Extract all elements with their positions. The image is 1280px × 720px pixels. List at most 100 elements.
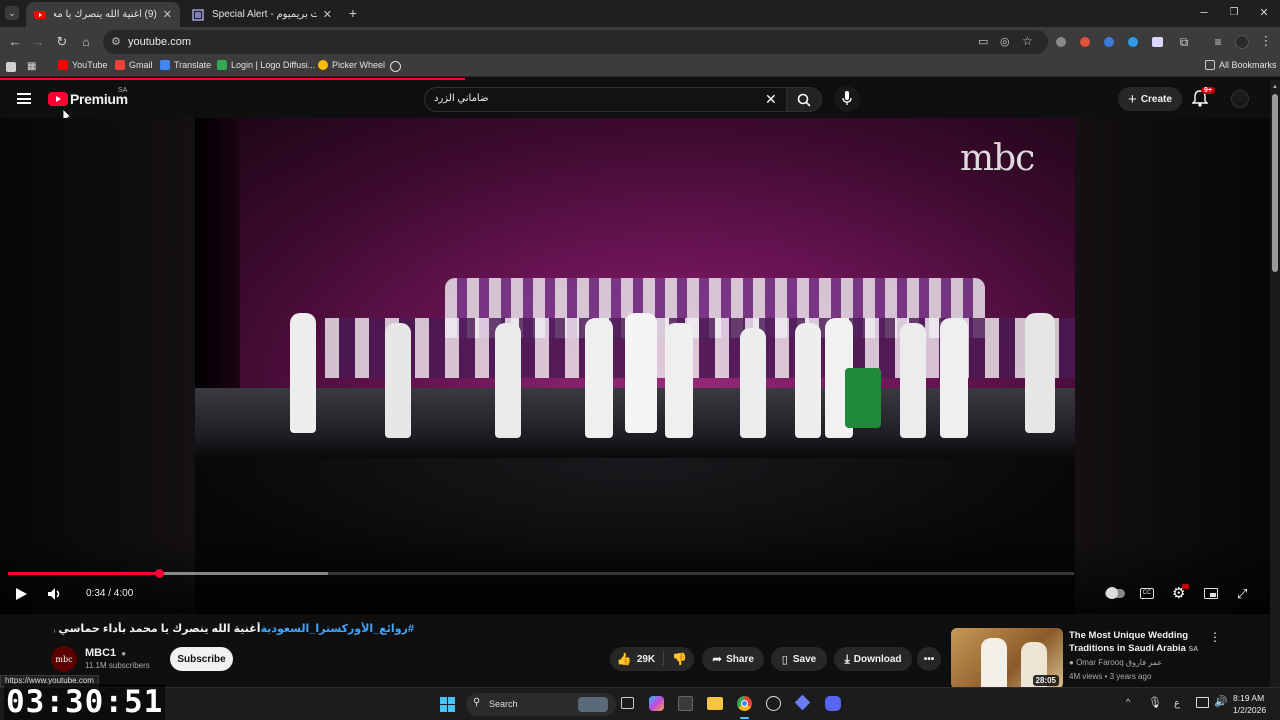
browser-tab-strip: ⌄ (9) أغنية الله ينصرك يا محمد بأداء... … [0, 0, 1280, 27]
bookmark-youtube[interactable]: YouTube [58, 60, 107, 70]
close-window-icon[interactable]: ✕ [1256, 6, 1272, 20]
tab-active[interactable]: (9) أغنية الله ينصرك يا محمد بأداء... ✕ [26, 2, 180, 27]
extension-icon[interactable] [1080, 37, 1090, 47]
search-button[interactable] [786, 87, 822, 112]
extension-icon[interactable] [1104, 37, 1114, 47]
bookmark-apps-icon[interactable] [6, 62, 16, 72]
minimize-icon[interactable]: – [1196, 5, 1212, 19]
more-actions-button[interactable]: ••• [917, 647, 941, 671]
miniplayer-icon[interactable] [1204, 588, 1218, 599]
account-avatar[interactable] [1231, 90, 1249, 108]
dislike-button[interactable]: 👎 [664, 652, 687, 666]
bookmark-picker-wheel[interactable]: Picker Wheel [318, 60, 385, 70]
extension-icon[interactable] [1056, 37, 1066, 47]
network-icon[interactable] [1196, 697, 1209, 708]
extension-icon[interactable] [1152, 37, 1163, 47]
recommendation-thumbnail[interactable]: 28:05 [951, 628, 1063, 689]
channel-name[interactable]: MBC1 ● [85, 647, 126, 659]
restore-icon[interactable]: ❐ [1226, 6, 1242, 20]
eye-off-icon[interactable]: ◎ [1000, 35, 1010, 48]
task-view-icon[interactable] [621, 697, 634, 709]
home-icon[interactable]: ⌂ [78, 35, 94, 49]
title-text: أغنية الله ينصرك يا محمد بأداء حماسي وطر… [54, 623, 261, 635]
share-button[interactable]: ➦ Share [702, 647, 764, 671]
recommendation-channel[interactable]: ● Omar Farooq عمر فاروق [1069, 658, 1162, 667]
tray-mic-icon[interactable]: 🎙 [1148, 696, 1162, 709]
video-frame[interactable]: mbc [195, 118, 1075, 578]
voice-search-button[interactable] [834, 86, 860, 112]
title-hashtags[interactable]: #روائع_الأوركسترا_السعودية [261, 623, 414, 635]
extensions-puzzle-icon[interactable]: ⧉ [1176, 35, 1192, 49]
search-input[interactable]: ضاماني الزرد ✕ [424, 87, 788, 112]
reading-list-icon[interactable]: ≡ [1210, 35, 1226, 49]
reload-icon[interactable]: ↻ [54, 35, 70, 49]
dancer-figure [665, 323, 693, 438]
address-bar[interactable]: ⚙ youtube.com ▭ ◎ ☆ [103, 30, 1048, 54]
back-icon[interactable]: ← [7, 35, 23, 49]
scrollbar-thumb[interactable] [1272, 94, 1278, 272]
clear-search-icon[interactable]: ✕ [765, 91, 777, 108]
fullscreen-icon[interactable]: ⤢ [1237, 586, 1247, 602]
new-tab-icon[interactable]: + [345, 6, 361, 20]
channel-avatar[interactable]: mbc [51, 646, 77, 672]
bookmark-gmail[interactable]: Gmail [115, 60, 153, 70]
notifications-button[interactable]: 9+ [1191, 87, 1215, 110]
tab-close-icon[interactable]: ✕ [323, 8, 332, 21]
save-button[interactable]: ▯ Save [771, 647, 827, 671]
green-drum [845, 368, 881, 428]
tray-overflow-icon[interactable]: ^ [1126, 697, 1130, 707]
gmail-icon [115, 60, 125, 70]
dancer-figure [740, 328, 766, 438]
extension-icon[interactable] [1128, 37, 1138, 47]
forward-icon[interactable]: → [30, 35, 46, 49]
menu-kebab-icon[interactable]: ⋮ [1258, 34, 1274, 48]
store-icon[interactable] [678, 696, 693, 711]
bookmark-grid-icon[interactable]: ▦ [27, 61, 36, 72]
recommendation-title[interactable]: The Most Unique Wedding Traditions in Sa… [1069, 629, 1199, 656]
discord-icon[interactable] [825, 696, 841, 711]
taskbar-search-box[interactable]: ⚲ Search [466, 693, 616, 716]
file-explorer-icon[interactable] [707, 697, 723, 710]
bookmark-logo-diffusion[interactable]: Login | Logo Diffusi... [217, 60, 315, 70]
globe-icon[interactable] [390, 61, 401, 72]
clock-date[interactable]: 1/2/2026 [1233, 705, 1266, 715]
video-player[interactable]: mbc 0:34 / 4:00 CC ⚙ ⤢ [0, 118, 1270, 614]
tab-close-icon[interactable]: ✕ [163, 8, 172, 21]
chrome-icon[interactable] [737, 696, 752, 711]
app-diamond-icon[interactable] [794, 694, 811, 711]
volume-tray-icon[interactable]: 🔊 [1214, 695, 1228, 708]
copilot-icon[interactable] [649, 696, 664, 711]
page-scrollbar[interactable]: ▲ [1270, 80, 1280, 687]
autoplay-toggle[interactable] [1105, 587, 1125, 599]
subtitles-icon[interactable]: CC [1140, 588, 1154, 599]
volume-icon[interactable] [47, 587, 63, 601]
play-icon[interactable] [15, 587, 28, 601]
cast-icon[interactable]: ▭ [978, 35, 988, 48]
download-button[interactable]: ⤓ Download [834, 647, 912, 671]
guide-menu-icon[interactable] [17, 93, 31, 104]
all-bookmarks[interactable]: All Bookmarks [1205, 60, 1277, 70]
bookmark-translate[interactable]: Translate [160, 60, 211, 70]
input-language[interactable]: ع [1174, 698, 1180, 709]
site-info-icon[interactable]: ⚙ [111, 35, 121, 48]
progress-bar[interactable] [8, 569, 1074, 578]
bookmarks-bar: ▦ YouTube Gmail Translate Login | Logo D… [0, 57, 1280, 77]
search-highlight-icon [578, 697, 608, 712]
tab-search-icon[interactable]: ⌄ [5, 6, 19, 20]
bookmark-star-icon[interactable]: ☆ [1022, 34, 1033, 48]
profile-avatar-icon[interactable] [1235, 35, 1249, 49]
clock-time[interactable]: 8:19 AM [1233, 693, 1264, 703]
microphone-icon [842, 91, 852, 105]
subscribe-button[interactable]: Subscribe [170, 647, 233, 671]
chatgpt-icon[interactable] [766, 696, 781, 711]
youtube-premium-logo[interactable]: Premium SA [48, 87, 128, 107]
dancer-figure [495, 323, 521, 438]
recommendation-menu-icon[interactable]: ⋮ [1209, 630, 1221, 644]
like-button[interactable]: 👍 29K [617, 652, 665, 666]
start-icon[interactable] [440, 697, 455, 712]
dancer-figure [795, 323, 821, 438]
create-button[interactable]: + Create [1118, 87, 1182, 111]
scroll-up-arrow-icon[interactable]: ▲ [1272, 84, 1278, 90]
settings-gear-icon[interactable]: ⚙ [1172, 584, 1189, 602]
tab-inactive[interactable]: Special Alert - الزنات بريميوم ✕ [184, 2, 340, 27]
